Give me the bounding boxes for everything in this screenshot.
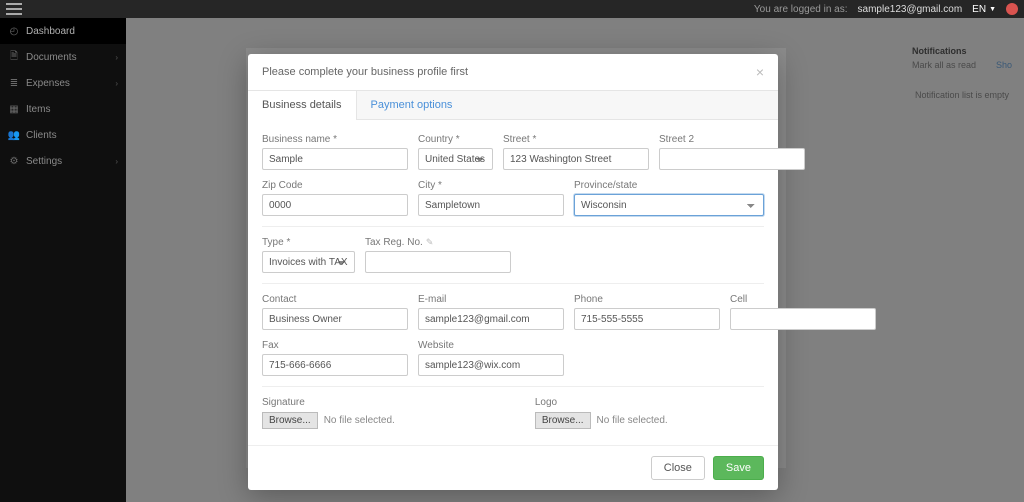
country-select[interactable]: United States <box>418 148 493 170</box>
tab-payment-options[interactable]: Payment options <box>357 91 467 119</box>
signature-no-file: No file selected. <box>324 415 395 426</box>
label-type: Type * <box>262 237 355 248</box>
label-street2: Street 2 <box>659 134 805 145</box>
label-fax: Fax <box>262 340 408 351</box>
dashboard-icon: ◴ <box>8 25 20 37</box>
chevron-right-icon: › <box>115 79 118 88</box>
sidebar-item-items[interactable]: ▦ Items <box>0 96 126 122</box>
label-country: Country * <box>418 134 493 145</box>
label-signature: Signature <box>262 397 395 408</box>
label-province: Province/state <box>574 180 764 191</box>
user-email: sample123@gmail.com <box>858 4 963 15</box>
modal-tabs: Business details Payment options <box>248 91 778 120</box>
business-profile-modal: Please complete your business profile fi… <box>248 54 778 490</box>
logo-no-file: No file selected. <box>597 415 668 426</box>
sidebar-item-expenses[interactable]: ≣ Expenses › <box>0 70 126 96</box>
label-website: Website <box>418 340 564 351</box>
tab-business-details[interactable]: Business details <box>248 91 357 120</box>
pencil-icon[interactable]: ✎ <box>426 237 434 247</box>
items-icon: ▦ <box>8 103 20 115</box>
hamburger-icon[interactable] <box>6 3 22 15</box>
label-phone: Phone <box>574 294 720 305</box>
clients-icon: 👥 <box>8 129 20 141</box>
label-logo: Logo <box>535 397 668 408</box>
sidebar-item-label: Clients <box>26 130 57 141</box>
language-switcher[interactable]: EN▼ <box>972 4 996 15</box>
sidebar: ◴ Dashboard 🗎 Documents › ≣ Expenses › ▦… <box>0 18 126 502</box>
logo-browse-button[interactable]: Browse... <box>535 412 591 429</box>
sidebar-item-label: Documents <box>26 52 77 63</box>
email-input[interactable] <box>418 308 564 330</box>
business-name-input[interactable] <box>262 148 408 170</box>
phone-input[interactable] <box>574 308 720 330</box>
zip-input[interactable] <box>262 194 408 216</box>
topbar-right: You are logged in as: sample123@gmail.co… <box>754 3 1018 15</box>
divider <box>262 283 764 284</box>
city-input[interactable] <box>418 194 564 216</box>
cell-input[interactable] <box>730 308 876 330</box>
sidebar-item-label: Dashboard <box>26 26 75 37</box>
sidebar-item-clients[interactable]: 👥 Clients <box>0 122 126 148</box>
label-zip: Zip Code <box>262 180 408 191</box>
label-street: Street * <box>503 134 649 145</box>
sidebar-item-documents[interactable]: 🗎 Documents › <box>0 44 126 70</box>
label-contact: Contact <box>262 294 408 305</box>
sidebar-item-label: Settings <box>26 156 62 167</box>
chevron-right-icon: › <box>115 53 118 62</box>
sidebar-item-label: Items <box>26 104 50 115</box>
type-select[interactable]: Invoices with TAX <box>262 251 355 273</box>
label-email: E-mail <box>418 294 564 305</box>
label-business-name: Business name * <box>262 134 408 145</box>
street2-input[interactable] <box>659 148 805 170</box>
close-icon[interactable]: × <box>756 64 764 80</box>
modal-footer: Close Save <box>248 445 778 490</box>
sidebar-item-settings[interactable]: ⚙ Settings › <box>0 148 126 174</box>
signature-browse-button[interactable]: Browse... <box>262 412 318 429</box>
province-select[interactable]: Wisconsin <box>574 194 764 216</box>
top-bar: You are logged in as: sample123@gmail.co… <box>0 0 1024 18</box>
close-button[interactable]: Close <box>651 456 705 480</box>
save-button[interactable]: Save <box>713 456 764 480</box>
gear-icon: ⚙ <box>8 155 20 167</box>
divider <box>262 386 764 387</box>
label-tax-reg: Tax Reg. No.✎ <box>365 237 511 248</box>
label-cell: Cell <box>730 294 876 305</box>
divider <box>262 226 764 227</box>
street-input[interactable] <box>503 148 649 170</box>
sidebar-item-dashboard[interactable]: ◴ Dashboard <box>0 18 126 44</box>
tax-reg-input[interactable] <box>365 251 511 273</box>
modal-header: Please complete your business profile fi… <box>248 54 778 91</box>
modal-body: Business name * Country * United States … <box>248 120 778 445</box>
fax-input[interactable] <box>262 354 408 376</box>
contact-input[interactable] <box>262 308 408 330</box>
label-city: City * <box>418 180 564 191</box>
user-avatar[interactable] <box>1006 3 1018 15</box>
chevron-right-icon: › <box>115 157 118 166</box>
logged-in-label: You are logged in as: <box>754 4 848 15</box>
sidebar-item-label: Expenses <box>26 78 70 89</box>
modal-title: Please complete your business profile fi… <box>262 66 468 78</box>
website-input[interactable] <box>418 354 564 376</box>
documents-icon: 🗎 <box>8 51 20 63</box>
expenses-icon: ≣ <box>8 77 20 89</box>
